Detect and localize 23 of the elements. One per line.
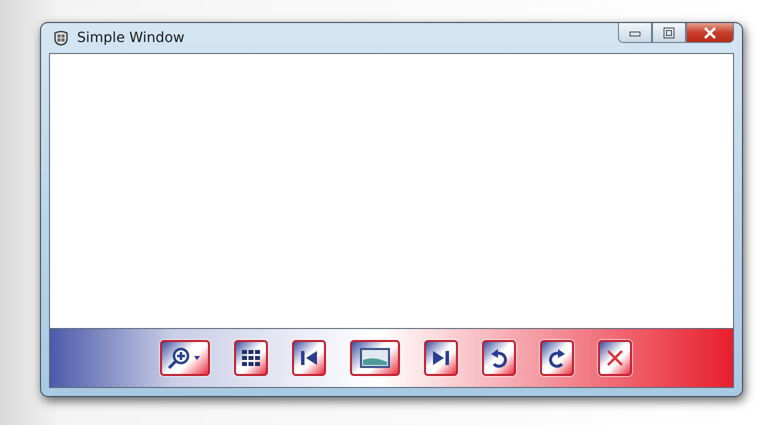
rotate-left-button[interactable] [482,340,516,376]
skip-back-icon [300,350,318,366]
zoom-button[interactable] [160,340,210,376]
rotate-left-icon [490,348,508,368]
maximize-icon [663,26,675,38]
rotate-right-button[interactable] [540,340,574,376]
grid-icon [242,350,260,366]
skip-forward-icon [432,350,450,366]
minimize-button[interactable] [618,23,652,43]
close-button[interactable] [686,23,734,43]
next-button[interactable] [424,340,458,376]
previous-button[interactable] [292,340,326,376]
app-icon [53,30,69,46]
delete-button[interactable] [598,340,632,376]
image-icon [360,348,390,368]
close-icon [703,26,717,38]
delete-icon [606,349,624,367]
image-button[interactable] [350,340,400,376]
rotate-right-icon [548,348,566,368]
maximize-button[interactable] [652,23,686,43]
minimize-icon [629,28,641,36]
grid-button[interactable] [234,340,268,376]
window-title: Simple Window [77,30,184,46]
